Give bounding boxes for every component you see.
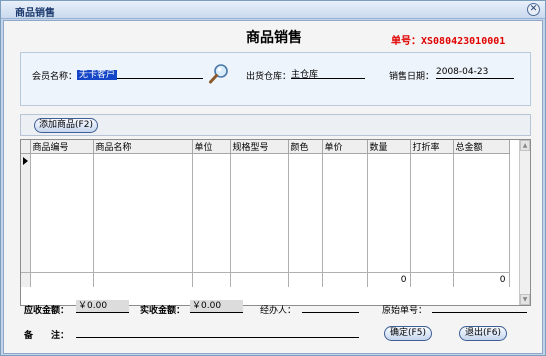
col-unit-price[interactable]: 单价 xyxy=(322,140,368,154)
col-total-amount[interactable]: 总金额 xyxy=(453,140,510,154)
member-label-text: 会员名称： xyxy=(32,72,78,82)
totals-row: 0 0 xyxy=(21,272,510,287)
total-quantity: 0 xyxy=(367,272,411,287)
col-product-code[interactable]: 商品编号 xyxy=(30,140,94,154)
col-spec-model[interactable]: 规格型号 xyxy=(230,140,289,154)
cell-color[interactable] xyxy=(288,153,323,273)
totals-blank xyxy=(410,272,454,287)
warehouse-field[interactable]: 主仓库 xyxy=(291,67,365,80)
cell-quantity[interactable] xyxy=(367,153,411,273)
col-unit[interactable]: 单位 xyxy=(192,140,231,154)
table-row[interactable] xyxy=(21,153,510,273)
title-bar: 商品销售 ✕ xyxy=(1,1,545,19)
cell-product-name[interactable] xyxy=(93,153,193,273)
warehouse-label: 出货仓库： xyxy=(246,72,292,82)
totals-blank xyxy=(93,272,193,287)
col-quantity[interactable]: 数量 xyxy=(367,140,411,154)
original-no-field[interactable] xyxy=(432,301,527,313)
row-selector[interactable] xyxy=(21,153,31,273)
toolbar-strip: 添加商品(F2) xyxy=(20,114,531,136)
close-icon[interactable]: ✕ xyxy=(527,3,540,16)
vertical-scrollbar[interactable]: ▲ ▼ xyxy=(519,140,530,305)
totals-row-header xyxy=(21,272,31,287)
exit-button[interactable]: 退出(F6) xyxy=(459,326,507,341)
window-title: 商品销售 xyxy=(15,8,55,19)
totals-blank xyxy=(288,272,323,287)
cell-discount-rate[interactable] xyxy=(410,153,454,273)
col-color[interactable]: 颜色 xyxy=(288,140,323,154)
totals-blank xyxy=(192,272,231,287)
cell-unit-price[interactable] xyxy=(322,153,368,273)
totals-blank xyxy=(230,272,289,287)
add-product-button[interactable]: 添加商品(F2) xyxy=(34,118,98,133)
current-row-icon xyxy=(23,157,28,165)
remark-field[interactable] xyxy=(76,326,359,338)
row-header-corner xyxy=(21,140,31,154)
cell-unit[interactable] xyxy=(192,153,231,273)
product-table: 商品编号 商品名称 单位 规格型号 颜色 单价 数量 打折率 总金额 0 0 xyxy=(21,140,510,287)
order-number-value: XS080423010001 xyxy=(421,36,506,47)
received-label: 实收金额： xyxy=(140,306,186,316)
grid-header-row: 商品编号 商品名称 单位 规格型号 颜色 单价 数量 打折率 总金额 xyxy=(21,140,510,154)
cell-spec-model[interactable] xyxy=(230,153,289,273)
confirm-button[interactable]: 确定(F5) xyxy=(384,326,432,341)
cell-product-code[interactable] xyxy=(30,153,94,273)
totals-blank xyxy=(322,272,368,287)
form-body: 商品销售 单号：XS080423010001 会员名称： 无卡客户 出货仓库： … xyxy=(3,20,543,354)
receivable-label: 应收金额： xyxy=(24,306,70,316)
col-discount-rate[interactable]: 打折率 xyxy=(410,140,454,154)
total-amount: 0 xyxy=(453,272,510,287)
totals-blank xyxy=(30,272,94,287)
handler-field[interactable] xyxy=(302,301,359,313)
col-product-name[interactable]: 商品名称 xyxy=(93,140,193,154)
member-field-value: 无卡客户 xyxy=(77,70,118,80)
scroll-up-icon[interactable]: ▲ xyxy=(520,140,530,151)
member-field[interactable]: 无卡客户 xyxy=(77,67,203,80)
order-number: 单号：XS080423010001 xyxy=(391,32,505,47)
sale-date-field[interactable]: 2008-04-23 xyxy=(436,67,514,79)
product-grid: 商品编号 商品名称 单位 规格型号 颜色 单价 数量 打折率 总金额 0 0 ▲… xyxy=(20,139,531,306)
remark-label: 备 注： xyxy=(24,331,70,341)
handler-label: 经办人： xyxy=(260,306,297,316)
receivable-field: ￥0.00 xyxy=(76,300,129,313)
original-no-label: 原始单号： xyxy=(382,306,428,316)
received-field[interactable]: ￥0.00 xyxy=(190,300,243,313)
order-number-label: 单号： xyxy=(391,36,421,47)
sale-date-label: 销售日期： xyxy=(389,72,435,82)
cell-total-amount[interactable] xyxy=(453,153,510,273)
search-icon[interactable] xyxy=(208,63,230,85)
sales-window: 商品销售 ✕ 商品销售 单号：XS080423010001 会员名称： 无卡客户… xyxy=(0,0,546,356)
